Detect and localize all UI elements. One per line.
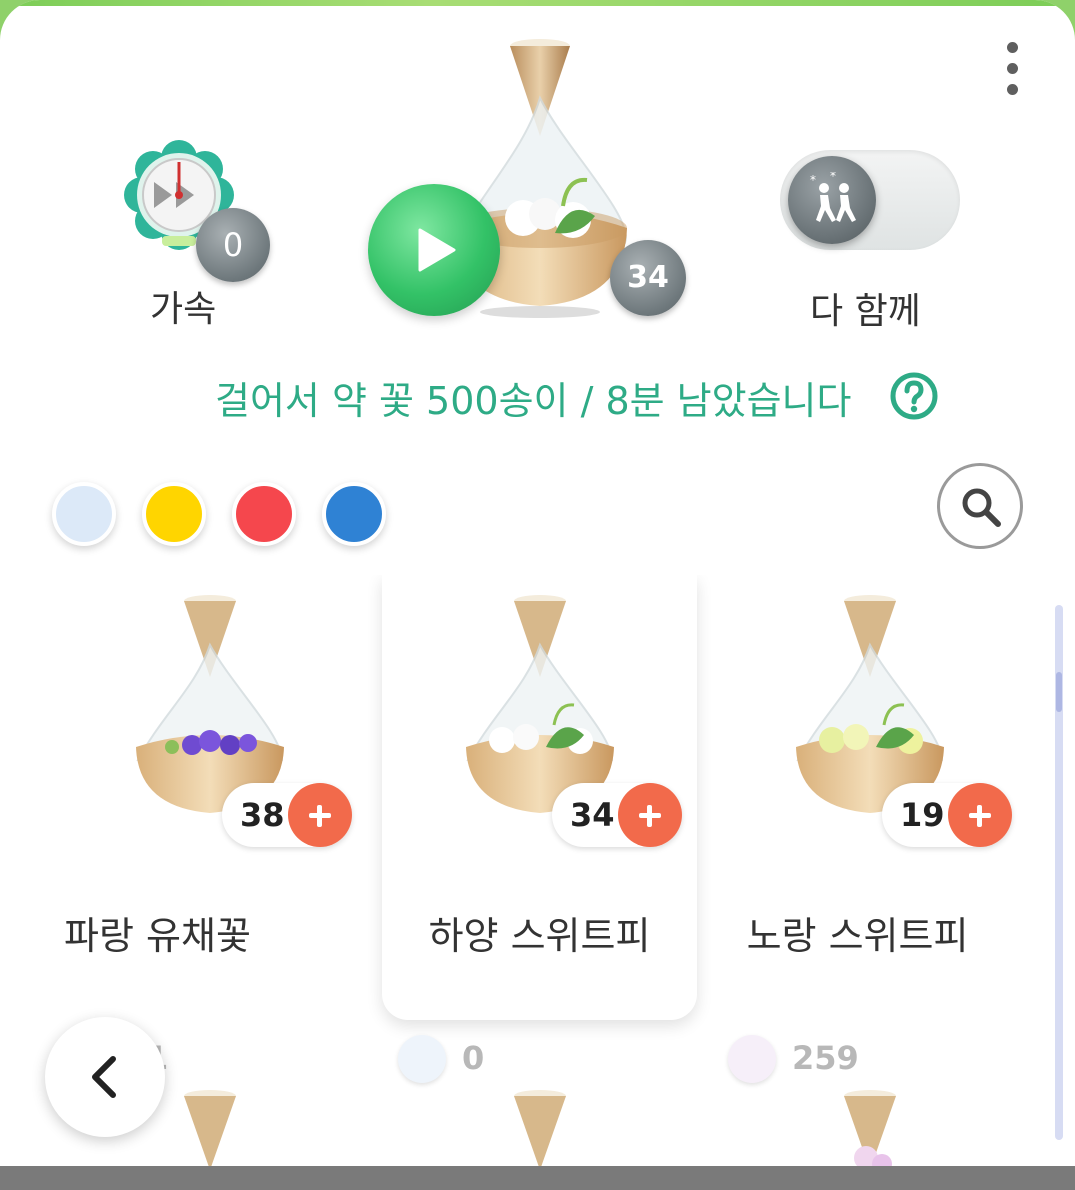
add-plus-icon[interactable] <box>948 783 1012 847</box>
flower-name: 파랑 유채꽃 <box>64 914 251 958</box>
svg-text:*: * <box>810 173 816 187</box>
flower-card[interactable]: 19 노랑 스위트피 <box>712 575 1027 1020</box>
bottom-system-bar <box>0 1166 1075 1190</box>
add-plus-icon[interactable] <box>288 783 352 847</box>
back-button[interactable] <box>45 1017 165 1137</box>
flower-count: 38 <box>240 796 285 834</box>
more-menu-button[interactable] <box>990 38 1036 98</box>
together-toggle[interactable]: * * <box>780 150 960 250</box>
search-button[interactable] <box>937 463 1023 549</box>
flower-card[interactable]: 38 파랑 유채꽃 <box>52 575 367 1020</box>
purple-flower-seed-icon <box>728 1035 776 1083</box>
current-flower-count-badge: 34 <box>610 240 686 316</box>
color-filter-light-blue[interactable] <box>52 482 116 546</box>
more-vertical-icon <box>1007 42 1018 53</box>
flower-count: 19 <box>900 796 945 834</box>
search-icon <box>962 488 1001 527</box>
play-button[interactable] <box>368 184 500 316</box>
flower-name: 노랑 스위트피 <box>746 914 969 958</box>
color-filter-red[interactable] <box>232 482 296 546</box>
color-filter-yellow[interactable] <box>142 482 206 546</box>
main-sheet: 0 가속 34 * * 다 함께 걸어서 약 꽃 500송이 / 8분 남았습니… <box>0 0 1075 1190</box>
flower-count: 34 <box>570 796 615 834</box>
accelerate-count-badge: 0 <box>196 208 270 282</box>
walking-people-icon: * * <box>810 172 856 222</box>
seed-count: 0 <box>462 1039 485 1077</box>
color-filter-blue[interactable] <box>322 482 386 546</box>
top-strip <box>0 0 1075 6</box>
flower-count-pill: 19 <box>882 783 1012 847</box>
play-icon <box>418 228 456 272</box>
together-label: 다 함께 <box>810 291 921 332</box>
flower-name: 하양 스위트피 <box>428 914 651 958</box>
status-text: 걸어서 약 꽃 500송이 / 8분 남았습니다 <box>215 379 852 423</box>
flower-card-selected[interactable]: 34 하양 스위트피 <box>382 575 697 1020</box>
scrollbar-thumb[interactable] <box>1056 672 1062 712</box>
svg-text:*: * <box>830 172 836 183</box>
question-circle-icon[interactable] <box>890 372 938 420</box>
seed-count: 259 <box>792 1039 859 1077</box>
accelerate-label: 가속 <box>150 289 217 330</box>
flower-count-pill: 38 <box>222 783 352 847</box>
chevron-left-icon <box>92 1056 116 1098</box>
flower-count-pill: 34 <box>552 783 682 847</box>
add-plus-icon[interactable] <box>618 783 682 847</box>
accelerate-button[interactable]: 0 <box>120 132 270 282</box>
blue-flower-seed-icon <box>398 1035 446 1083</box>
toggle-knob: * * <box>788 156 876 244</box>
